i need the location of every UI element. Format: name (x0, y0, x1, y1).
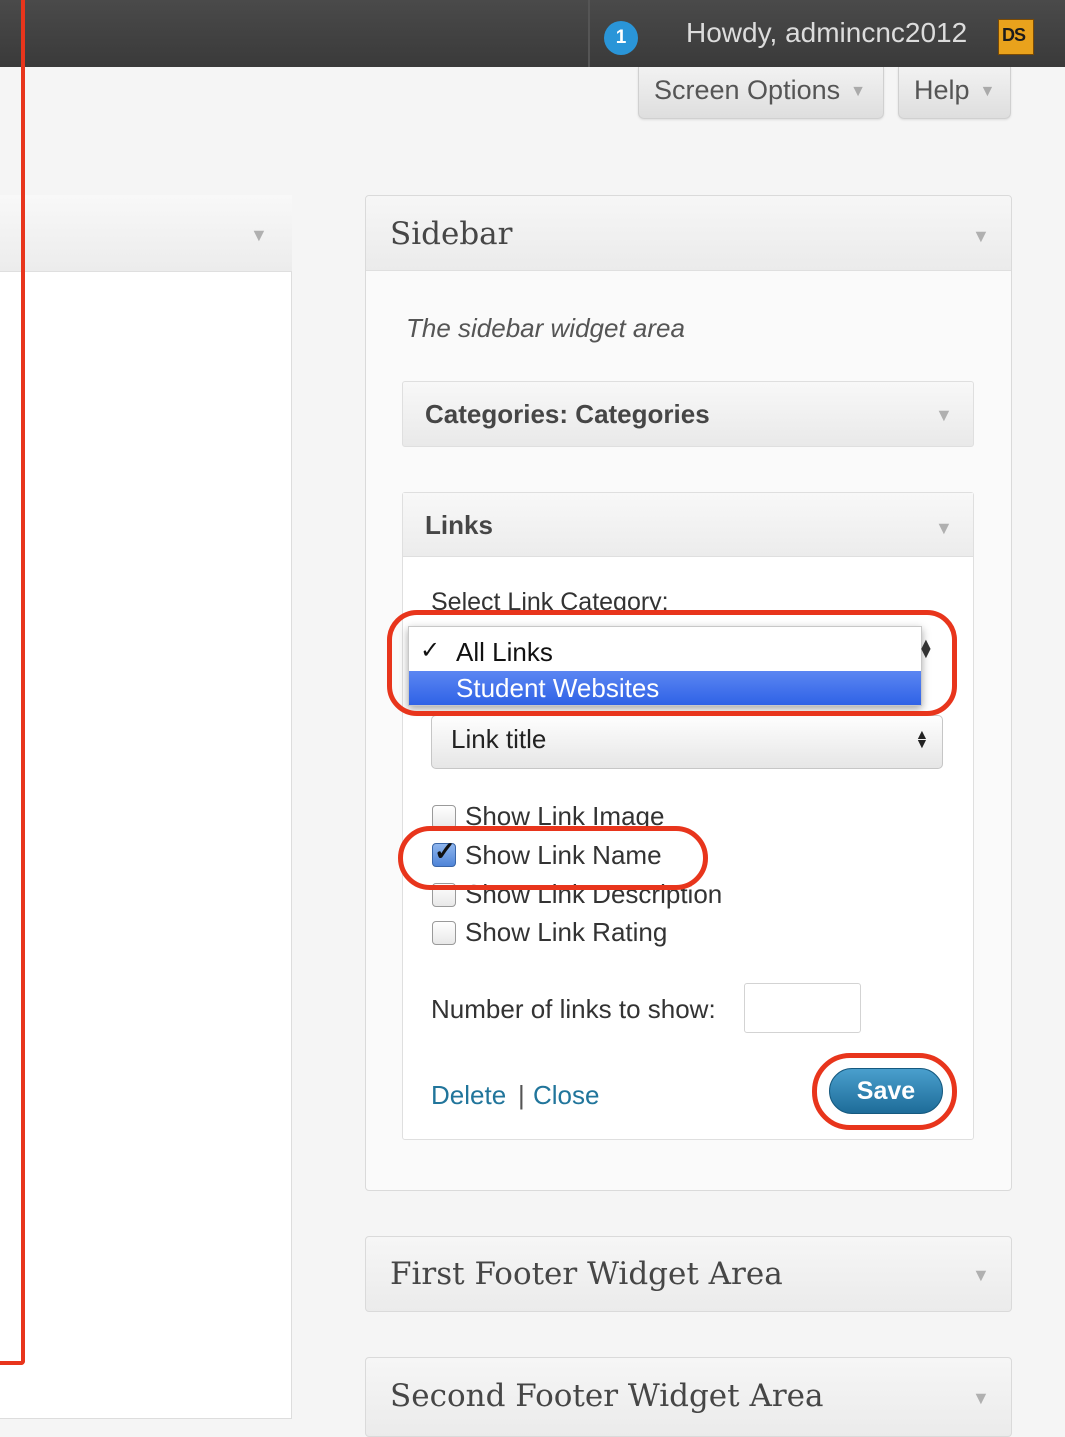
chevron-down-icon: ▼ (850, 82, 866, 100)
widget-name: Categories (425, 399, 560, 429)
expand-arrow-icon[interactable]: ▼ (972, 1388, 990, 1409)
number-of-links-label: Number of links to show: (431, 994, 716, 1024)
update-count-badge[interactable]: 1 (604, 21, 638, 55)
help-button[interactable]: Help ▼ (898, 67, 1011, 119)
annotation-highlight-frame (0, 0, 25, 1365)
annotation-highlight-dropdown (387, 610, 957, 716)
delete-link[interactable]: Delete (431, 1080, 506, 1111)
collapse-arrow-icon[interactable]: ▼ (972, 226, 990, 247)
action-separator: | (518, 1080, 525, 1110)
chevron-down-icon: ▼ (979, 82, 996, 100)
admin-bar-divider (588, 0, 590, 67)
widget-instance-title: Categories (568, 399, 710, 429)
show-link-rating-label[interactable]: Show Link Rating (465, 917, 667, 948)
expand-arrow-icon[interactable]: ▼ (935, 405, 953, 426)
links-widget-title: Links (425, 510, 493, 540)
categories-widget-title: Categories: Categories (425, 399, 710, 430)
first-footer-area-title: First Footer Widget Area (390, 1256, 783, 1292)
annotation-highlight-save (812, 1053, 957, 1130)
available-widgets-panel (0, 195, 292, 1419)
number-of-links-input[interactable] (744, 983, 861, 1033)
screen-options-label: Screen Options (654, 75, 841, 105)
sidebar-area-title: Sidebar (390, 216, 513, 252)
sort-by-value: Link title (451, 724, 547, 754)
sidebar-area-description: The sidebar widget area (406, 313, 685, 343)
expand-arrow-icon[interactable]: ▼ (972, 1265, 990, 1286)
avatar[interactable]: DS (998, 19, 1034, 55)
available-widgets-header[interactable] (0, 195, 292, 272)
widget-title-sep: : (559, 399, 569, 429)
avatar-initials: DS (1002, 25, 1026, 45)
collapse-arrow-icon[interactable]: ▼ (935, 518, 953, 539)
close-link[interactable]: Close (533, 1080, 599, 1111)
second-footer-area-title: Second Footer Widget Area (390, 1378, 824, 1414)
select-arrows-icon: ▲ ▼ (915, 726, 929, 751)
show-link-rating-checkbox[interactable] (432, 921, 456, 945)
screen-options-button[interactable]: Screen Options ▼ (638, 67, 884, 119)
howdy-account-link[interactable]: Howdy, admincnc2012 (686, 17, 967, 49)
collapse-arrow-icon[interactable]: ▼ (250, 225, 268, 246)
help-label: Help (914, 75, 970, 105)
annotation-highlight-show-link-name (398, 826, 708, 890)
